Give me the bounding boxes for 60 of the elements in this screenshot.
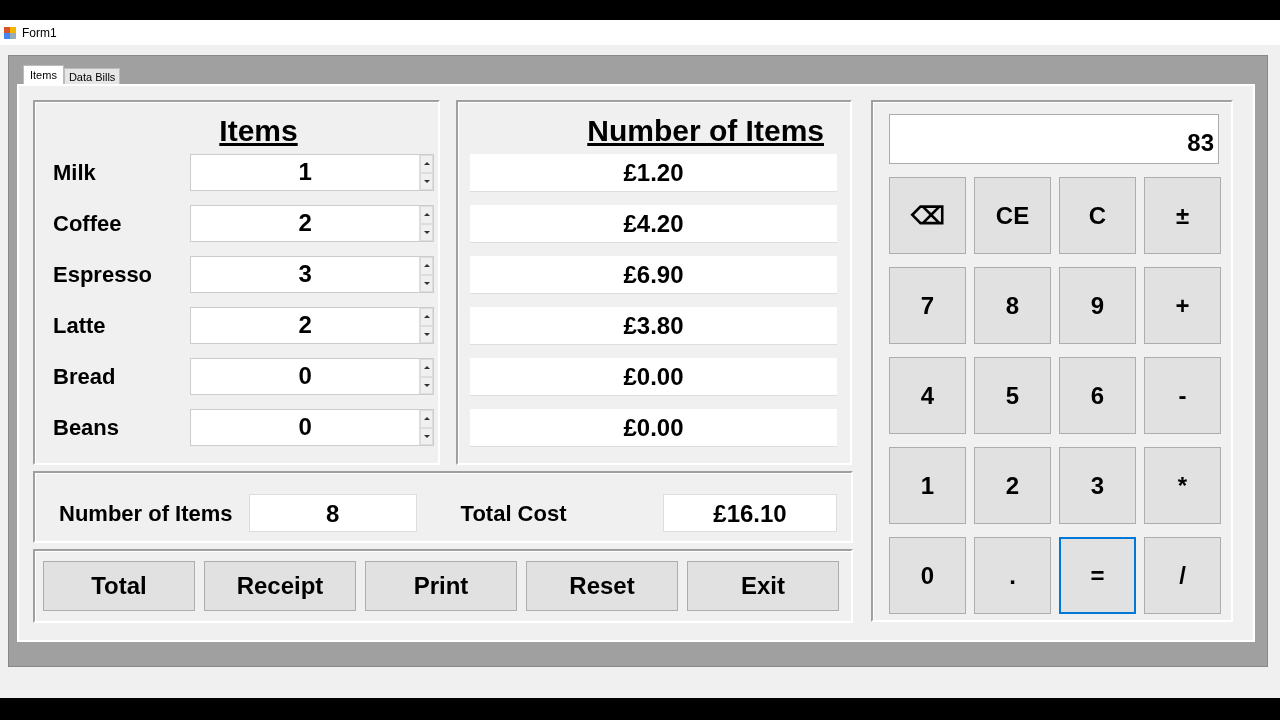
calculator-key[interactable]: ±: [1144, 177, 1221, 254]
spin-up-button[interactable]: [420, 359, 433, 377]
window-title: Form1: [22, 24, 57, 42]
quantity-spinner[interactable]: 2: [190, 205, 434, 242]
item-label: Coffee: [53, 210, 123, 238]
item-label: Beans: [53, 414, 121, 442]
item-label: Milk: [53, 159, 97, 187]
action-button[interactable]: Total: [43, 561, 195, 611]
quantity-spinner[interactable]: 1: [190, 154, 434, 191]
calculator-key[interactable]: 3: [1059, 447, 1136, 524]
costs-heading: Number of Items: [586, 113, 825, 149]
spin-up-button[interactable]: [420, 155, 433, 173]
calculator-key[interactable]: ⌫: [889, 177, 966, 254]
cost-field: £6.90: [470, 256, 837, 294]
cost-field: £0.00: [470, 409, 837, 447]
tab[interactable]: Data Bills: [63, 68, 121, 84]
calculator-key[interactable]: =: [1059, 537, 1136, 614]
quantity-spinner[interactable]: 2: [190, 307, 434, 344]
item-label: Bread: [53, 363, 117, 391]
action-button[interactable]: Receipt: [204, 561, 356, 611]
tab[interactable]: Items: [23, 65, 64, 84]
action-button[interactable]: Print: [365, 561, 517, 611]
calculator-key[interactable]: /: [1144, 537, 1221, 614]
total-cost-field: £16.10: [663, 494, 837, 532]
number-of-items-label: Number of Items: [59, 499, 233, 528]
item-label: Espresso: [53, 261, 154, 289]
calculator-key[interactable]: C: [1059, 177, 1136, 254]
spin-up-button[interactable]: [420, 257, 433, 275]
action-button[interactable]: Reset: [526, 561, 678, 611]
calculator-key[interactable]: -: [1144, 357, 1221, 434]
quantity-spinner[interactable]: 3: [190, 256, 434, 293]
number-of-items-field: 8: [248, 494, 417, 532]
item-label: Latte: [53, 312, 107, 340]
calculator-key[interactable]: 4: [889, 357, 966, 434]
spin-up-button[interactable]: [420, 308, 433, 326]
quantity-spinner[interactable]: 0: [190, 409, 434, 446]
calculator-key[interactable]: CE: [974, 177, 1051, 254]
calculator-key[interactable]: 6: [1059, 357, 1136, 434]
cost-field: £1.20: [470, 154, 837, 192]
cost-field: £3.80: [470, 307, 837, 345]
app-icon: [4, 26, 16, 39]
calculator-key[interactable]: 9: [1059, 267, 1136, 344]
spin-up-button[interactable]: [420, 410, 433, 428]
items-heading: Items: [218, 113, 299, 149]
calculator-key[interactable]: .: [974, 537, 1051, 614]
cost-field: £0.00: [470, 358, 837, 396]
action-button[interactable]: Exit: [687, 561, 839, 611]
calculator-key[interactable]: *: [1144, 447, 1221, 524]
calculator-key[interactable]: 2: [974, 447, 1051, 524]
calculator-display: 83: [889, 114, 1219, 164]
quantity-spinner[interactable]: 0: [190, 358, 434, 395]
calculator-key[interactable]: 7: [889, 267, 966, 344]
spin-up-button[interactable]: [420, 206, 433, 224]
cost-field: £4.20: [470, 205, 837, 243]
calculator-key[interactable]: 8: [974, 267, 1051, 344]
calculator-key[interactable]: 0: [889, 537, 966, 614]
calculator-key[interactable]: +: [1144, 267, 1221, 344]
total-cost-label: Total Cost: [460, 499, 567, 528]
calculator-key[interactable]: 5: [974, 357, 1051, 434]
calculator-key[interactable]: 1: [889, 447, 966, 524]
